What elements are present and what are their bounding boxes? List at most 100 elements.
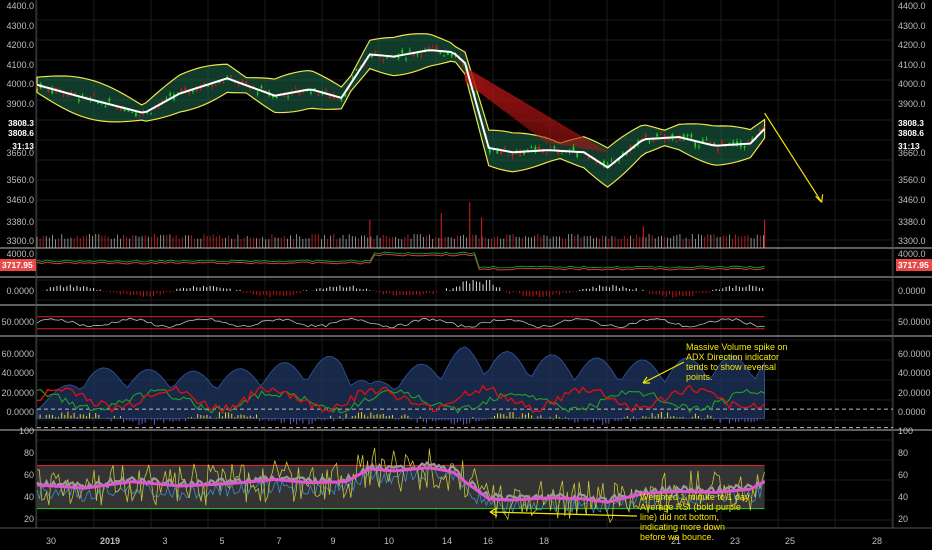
candle-body xyxy=(587,156,590,159)
x-tick-label: 28 xyxy=(872,536,882,546)
candle-body xyxy=(317,94,320,96)
candle-body xyxy=(405,58,407,60)
price-tick-left: 4000.0 xyxy=(6,79,34,89)
candle-body xyxy=(656,134,659,137)
annotation-line: Average RSI (bold purple xyxy=(640,502,741,512)
rsi-tick-left: 80 xyxy=(24,448,34,458)
rsi-annotation: Weighted 1 minute to 1 day Average RSI (… xyxy=(640,492,750,542)
candle-body xyxy=(81,94,84,96)
candle-body xyxy=(431,46,434,48)
adx-tick-left: 0.0000 xyxy=(6,407,34,417)
candle-body xyxy=(450,53,453,57)
adx-tick-right: 20.0000 xyxy=(898,388,931,398)
candle-body xyxy=(348,89,350,91)
price-tick-right: 3900.0 xyxy=(898,99,926,109)
rsi-tick-right: 20 xyxy=(898,514,908,524)
candle-body xyxy=(717,148,719,151)
rsi-tick-left: 100 xyxy=(19,426,34,436)
rsi-tick-right: 100 xyxy=(898,426,913,436)
candle-body xyxy=(652,139,655,142)
rsi-tick-left: 60 xyxy=(24,470,34,480)
price-tick-right: 3300.0 xyxy=(898,236,926,246)
annotation-line: Massive Volume spike on xyxy=(686,342,788,352)
annotation-line: Weighted 1 minute to 1 day xyxy=(640,492,750,502)
candle-body xyxy=(374,51,377,54)
candle-body xyxy=(439,52,442,54)
price-tick-left: 3300.0 xyxy=(6,236,34,246)
candle-body xyxy=(93,94,95,96)
trading-chart[interactable]: 4400.0 4400.0 4300.0 4300.0 4200.0 4200.0 4100… xyxy=(0,0,932,550)
candle-body xyxy=(743,146,746,148)
volume-spike-annotation: Massive Volume spike on ADX Direction in… xyxy=(686,342,796,382)
annotation-line: line) did not bottom, xyxy=(640,512,720,522)
candle-body xyxy=(504,147,506,149)
x-tick-label: 30 xyxy=(46,536,56,546)
candle-body xyxy=(256,92,259,95)
price-tick-left: 3380.0 xyxy=(6,217,34,227)
candle-body xyxy=(325,90,328,92)
candle-body xyxy=(500,151,503,155)
candle-body xyxy=(576,152,579,157)
candle-body xyxy=(386,57,388,59)
rsi-tick-right: 40 xyxy=(898,492,908,502)
candle-body xyxy=(85,96,88,98)
candle-body xyxy=(108,99,111,102)
candle-body xyxy=(131,112,134,113)
rsi-tick-left: 40 xyxy=(24,492,34,502)
ma-tick-right: 4000.0 xyxy=(898,249,926,259)
candle-body xyxy=(660,133,662,135)
price-tick-right: 4100.0 xyxy=(898,60,926,70)
price-tick-right: 4200.0 xyxy=(898,40,926,50)
momentum-tick-left: 0.0000 xyxy=(6,286,34,296)
candle-body xyxy=(698,146,700,148)
momentum-tick-right: 0.0000 xyxy=(898,286,926,296)
candle-body xyxy=(443,55,445,57)
candle-body xyxy=(62,93,65,95)
candle-body xyxy=(724,146,727,148)
candle-body xyxy=(188,92,191,94)
candle-body xyxy=(104,106,107,108)
x-tick-label: 14 xyxy=(442,536,452,546)
price-tick-left: 4400.0 xyxy=(6,1,34,11)
candle-body xyxy=(401,49,404,54)
candle-body xyxy=(644,134,647,138)
annotation-line: ADX Direction indicator xyxy=(686,352,780,362)
candle-body xyxy=(648,141,651,143)
adx-tick-right: 60.0000 xyxy=(898,349,931,359)
annotation-line: tends to show reversal xyxy=(686,362,777,372)
candle-body xyxy=(758,129,761,132)
candle-body xyxy=(511,153,514,157)
candle-body xyxy=(416,53,419,55)
x-tick-label: 2019 xyxy=(100,536,120,546)
prev-price-tag-right: 3808.6 xyxy=(898,128,924,138)
last-price-tag-right: 3808.3 xyxy=(898,118,924,128)
price-tick-right: 3460.0 xyxy=(898,195,926,205)
price-tick-left: 4200.0 xyxy=(6,40,34,50)
last-price-tag-left: 3808.3 xyxy=(8,118,34,128)
candle-body xyxy=(127,110,130,112)
candle-body xyxy=(355,69,358,71)
ma-tag-right: 3717.95 xyxy=(898,260,929,270)
candle-body xyxy=(507,154,510,156)
annotation-line: before we bounce. xyxy=(640,532,715,542)
candle-body xyxy=(610,160,613,162)
candle-body xyxy=(705,139,708,141)
candle-body xyxy=(66,94,69,97)
price-tick-right: 3560.0 xyxy=(898,175,926,185)
candle-body xyxy=(207,85,210,87)
candle-body xyxy=(427,47,430,50)
candle-body xyxy=(47,88,50,92)
price-tick-left: 4100.0 xyxy=(6,60,34,70)
candle-body xyxy=(686,134,689,137)
adx-tick-right: 0.0000 xyxy=(898,407,926,417)
x-tick-label: 5 xyxy=(219,536,224,546)
candle-body xyxy=(214,85,217,87)
candle-body xyxy=(211,84,213,87)
adx-tick-left: 20.0000 xyxy=(1,388,34,398)
x-tick-label: 7 xyxy=(276,536,281,546)
candle-body xyxy=(545,153,548,155)
annotation-line: indicating more down xyxy=(640,522,726,532)
candle-body xyxy=(618,160,620,162)
candle-body xyxy=(184,87,187,91)
oscillator-tick-left: 50.0000 xyxy=(1,317,34,327)
